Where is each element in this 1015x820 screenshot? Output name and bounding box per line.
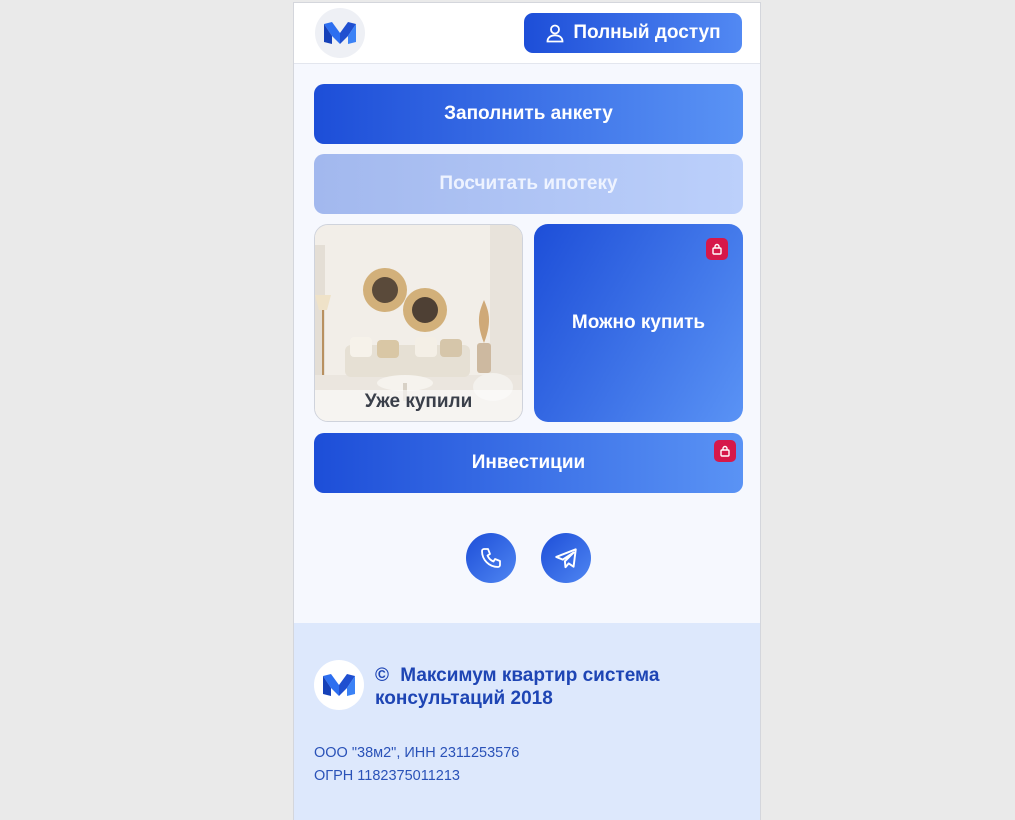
can-buy-tile[interactable]: Можно купить — [534, 224, 743, 422]
copyright-symbol: © — [375, 665, 389, 686]
lock-icon — [714, 440, 736, 462]
company-info: ООО "38м2", ИНН 2311253576 — [314, 745, 520, 761]
bought-tile[interactable]: Уже купили — [314, 224, 523, 422]
header: Полный доступ — [294, 3, 760, 64]
footer-logo — [314, 660, 364, 710]
footer-title-text: Максимум квартир система консультаций 20… — [375, 665, 660, 709]
logo[interactable] — [315, 8, 365, 58]
can-buy-label: Можно купить — [571, 312, 706, 333]
logo-m-icon — [324, 22, 356, 44]
investments-button[interactable]: Инвестиции — [314, 433, 743, 493]
full-access-button[interactable]: Полный доступ — [524, 13, 742, 53]
mortgage-calculator-button: Посчитать ипотеку — [314, 154, 743, 214]
fill-form-button[interactable]: Заполнить анкету — [314, 84, 743, 144]
phone-button[interactable] — [466, 533, 516, 583]
user-icon — [546, 24, 564, 43]
bought-label: Уже купили — [364, 391, 473, 412]
lock-icon — [706, 238, 728, 260]
footer-title: © Максимум квартир система консультаций … — [375, 664, 735, 710]
app-screen: Полный доступ Заполнить анкету Посчитать… — [293, 2, 761, 820]
telegram-button[interactable] — [541, 533, 591, 583]
investments-label: Инвестиции — [471, 452, 586, 473]
logo-m-icon — [323, 674, 355, 696]
phone-icon — [481, 548, 501, 568]
telegram-icon — [555, 548, 577, 569]
ogrn-info: ОГРН 1182375011213 — [314, 768, 460, 784]
full-access-label: Полный доступ — [573, 22, 721, 43]
footer: © Максимум квартир система консультаций … — [294, 623, 760, 820]
